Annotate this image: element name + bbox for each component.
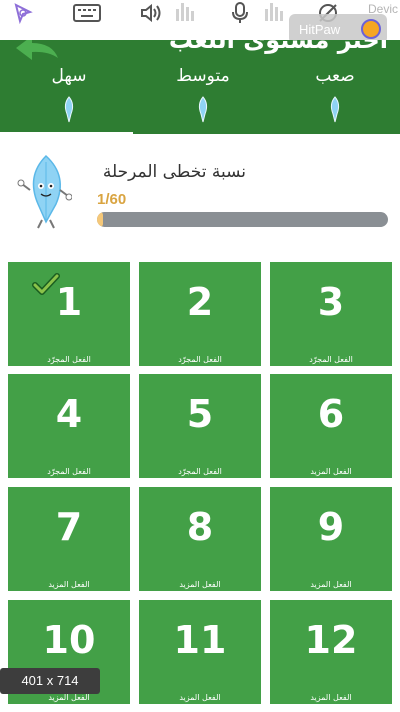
keyboard-icon[interactable] [72,0,102,26]
level-number: 11 [173,618,227,662]
microphone-icon[interactable] [228,0,252,26]
hitpaw-logo-icon [361,19,381,39]
level-bars-icon [174,0,196,22]
level-label: الفعل المزيد [48,693,90,702]
level-tile[interactable]: 9 الفعل المزيد [270,487,392,591]
level-number: 3 [317,280,345,324]
page-title: اختر مستوى اللعب [168,40,388,54]
level-number: 4 [55,392,83,436]
level-label: الفعل المزيد [310,693,352,702]
level-number: 2 [186,280,214,324]
cursor-icon[interactable] [10,0,36,26]
difficulty-header: اختر مستوى اللعب صعب متوسط سهل [0,40,400,134]
level-tile[interactable]: 8 الفعل المزيد [139,487,261,591]
recording-toolbar: HitPaw Devic [0,0,400,44]
level-label: الفعل المجرّد [47,355,91,364]
recorder-label: HitPaw [299,22,341,37]
check-icon [32,273,60,295]
tab-medium[interactable]: متوسط [148,66,258,124]
level-label: الفعل المجرّد [309,355,353,364]
level-tile[interactable]: 11 الفعل المزيد [139,600,261,704]
feather-icon [64,96,74,123]
app-screen: HitPaw Devic اختر مستوى اللعب صعب متوسط … [0,0,400,712]
level-number: 5 [186,392,214,436]
level-label: الفعل المزيد [48,580,90,589]
level-tile[interactable]: 4 الفعل المجرّد [8,374,130,478]
progress-title: نسبة تخطى المرحلة [102,162,246,182]
level-label: الفعل المزيد [179,580,221,589]
level-tile[interactable]: 7 الفعل المزيد [8,487,130,591]
level-bars-icon [263,0,285,22]
level-label: الفعل المزيد [179,693,221,702]
level-number: 9 [317,505,345,549]
level-grid: 1 الفعل المجرّد 2 الفعل المجرّد 3 الفعل … [0,254,400,712]
progress-bar [97,212,388,227]
level-tile[interactable]: 6 الفعل المزيد [270,374,392,478]
device-label: Devic [368,2,399,16]
tab-label: سهل [51,66,87,86]
tab-hard[interactable]: صعب [315,66,355,124]
tab-easy[interactable]: سهل [14,66,124,124]
level-number: 10 [42,618,96,662]
progress-bar-fill [97,212,103,227]
level-tile[interactable]: 5 الفعل المجرّد [139,374,261,478]
level-label: الفعل المزيد [310,580,352,589]
feather-mascot-icon [17,154,72,229]
feather-icon [330,96,340,123]
level-number: 6 [317,392,345,436]
level-number: 7 [55,505,83,549]
level-number: 1 [55,280,83,324]
level-tile[interactable]: 12 الفعل المزيد [270,600,392,704]
level-number: 8 [186,505,214,549]
progress-card: نسبة تخطى المرحلة 1/60 [0,134,400,254]
feather-icon [198,96,208,123]
size-badge: 401 x 714 [0,668,100,694]
level-label: الفعل المجرّد [178,467,222,476]
level-label: الفعل المجرّد [47,467,91,476]
level-label: الفعل المزيد [310,467,352,476]
level-label: الفعل المجرّد [178,355,222,364]
level-tile[interactable]: 1 الفعل المجرّد [8,262,130,366]
level-tile[interactable]: 2 الفعل المجرّد [139,262,261,366]
progress-count: 1/60 [97,191,127,208]
speaker-icon[interactable] [138,0,164,26]
back-arrow-icon[interactable] [14,40,60,66]
tab-label: صعب [315,66,355,86]
level-tile[interactable]: 3 الفعل المجرّد [270,262,392,366]
level-number: 12 [304,618,358,662]
tab-label: متوسط [176,66,230,86]
